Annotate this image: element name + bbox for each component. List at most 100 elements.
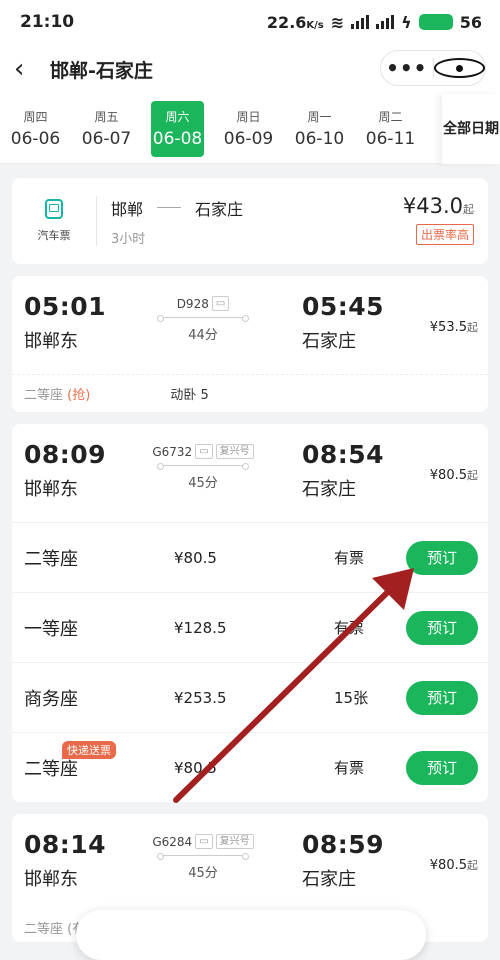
train-card-d928[interactable]: 05:01 邯郸东 D928 ▭ 44分 05:45 石家庄 ¥53.5起 二等座 (抢… [12, 276, 488, 412]
date: 06-10 [294, 129, 345, 149]
seat-class: 二等座 [24, 388, 64, 403]
status-time: 21:10 [20, 12, 75, 32]
date-tab-3[interactable]: 周日 06-09 [213, 101, 284, 157]
status-bar: 21:10 22.6K/s ≋ ϟ 56 [0, 0, 500, 44]
route-line [157, 853, 249, 860]
dep-station: 邯郸东 [24, 869, 78, 890]
train-card-g6732[interactable]: 08:09 邯郸东 G6732 ▭ 复兴号 45分 08:54 石家庄 ¥80.5起 二等… [12, 424, 488, 802]
signal-icon [351, 15, 370, 29]
bus-price: ¥43.0起 出票率高 [403, 194, 474, 245]
date-tab-1[interactable]: 周五 06-07 [71, 101, 142, 157]
seat-stock: 有票 [334, 619, 365, 637]
bus-price-value: ¥43.0 [402, 194, 463, 218]
battery-level: 56 [459, 12, 482, 32]
train-summary: 08:09 邯郸东 G6732 ▭ 复兴号 45分 08:54 石家庄 ¥80.5起 [12, 424, 488, 522]
arrow-right-icon [157, 207, 182, 208]
date: 06-09 [223, 129, 274, 149]
weekday: 周一 [307, 110, 332, 124]
train-tag: 复兴号 [215, 444, 254, 459]
train-number: D928 [176, 296, 209, 311]
book-button[interactable]: 预订 [406, 610, 478, 645]
seat-price: ¥253.5 [174, 688, 227, 707]
date: 06-11 [365, 129, 416, 149]
date-tab-2[interactable]: 周六 06-08 [151, 100, 204, 157]
all-dates-button[interactable]: 全部日期 [442, 94, 500, 164]
bus-from: 邯郸 [111, 199, 144, 219]
seat-name: 二等座 [24, 548, 78, 570]
train-price: ¥80.5 [429, 858, 467, 873]
dep-time: 05:01 [24, 292, 107, 321]
seat-row: 一等座 ¥128.5 有票 预订 [12, 592, 488, 662]
date: 06-08 [152, 129, 203, 149]
dep-station: 邯郸东 [24, 331, 78, 352]
seat-row: 商务座 ¥253.5 15张 预订 [12, 662, 488, 732]
train-duration: 44分 [188, 328, 218, 343]
delivery-badge: 快递送票 [62, 741, 116, 759]
weekday: 周二 [378, 110, 403, 124]
dep-time: 08:09 [24, 440, 107, 469]
date: 06-07 [81, 129, 132, 149]
seat-price: ¥80.5 [174, 758, 217, 777]
weekday: 周五 [94, 110, 119, 124]
chevron-left-icon[interactable]: ‹ [14, 56, 44, 82]
seat-row: 二等座 ¥80.5 有票 预订 [12, 522, 488, 592]
date-selector: 周四 06-06 周五 06-07 周六 06-08 周日 06-09 周一 06-10 周二 06-… [0, 94, 500, 164]
wifi-icon: ≋ [330, 12, 345, 32]
route-line [157, 463, 249, 470]
seat-stock: 15张 [334, 689, 369, 707]
arr-time: 05:45 [302, 292, 385, 321]
nav-bar: ‹ 邯郸-石家庄 ••• [0, 44, 500, 94]
bottom-floating-bar[interactable] [76, 910, 426, 960]
train-duration: 45分 [188, 476, 218, 491]
arr-station: 石家庄 [302, 331, 356, 352]
id-card-icon: ▭ [211, 296, 230, 311]
arr-station: 石家庄 [302, 479, 356, 500]
seat-stock: 有票 [334, 549, 365, 567]
bus-type: 汽车票 [12, 199, 96, 243]
arr-time: 08:54 [302, 440, 385, 469]
date-tab-5[interactable]: 周二 06-11 [355, 101, 426, 157]
train-tag: 复兴号 [215, 834, 254, 849]
more-dots-icon[interactable]: ••• [381, 56, 433, 80]
signal-icon-2 [376, 15, 395, 29]
page-title: 邯郸-石家庄 [50, 59, 153, 82]
date-tab-0[interactable]: 周四 06-06 [0, 101, 71, 157]
train-number: G6284 [152, 834, 193, 849]
target-icon[interactable] [433, 58, 485, 78]
charging-icon: ϟ [401, 12, 412, 32]
seat-list: 二等座 ¥80.5 有票 预订 一等座 ¥128.5 有票 预订 商务座 ¥253.5 15张 预订快… [12, 522, 488, 802]
seat-name: 一等座 [24, 618, 78, 640]
arr-time: 08:59 [302, 830, 385, 859]
arr-station: 石家庄 [302, 869, 356, 890]
route-line [157, 315, 249, 322]
train-price: ¥80.5 [429, 468, 467, 483]
price-suffix: 起 [467, 859, 478, 872]
train-price: ¥53.5 [429, 320, 467, 335]
id-card-icon: ▭ [195, 834, 213, 849]
price-suffix: 起 [467, 469, 478, 482]
date-tab-4[interactable]: 周一 06-10 [284, 101, 355, 157]
bus-badge: 出票率高 [415, 224, 474, 245]
battery-icon [418, 14, 453, 30]
train-duration: 45分 [188, 866, 218, 881]
id-card-icon: ▭ [195, 444, 213, 459]
rush-note: (抢) [67, 388, 91, 403]
book-button[interactable]: 预订 [406, 680, 478, 715]
weekday: 周六 [165, 110, 190, 124]
seat-price: ¥128.5 [174, 618, 227, 637]
dep-time: 08:14 [24, 830, 107, 859]
train-summary: 05:01 邯郸东 D928 ▭ 44分 05:45 石家庄 ¥53.5起 [12, 276, 488, 374]
weekday: 周四 [23, 110, 48, 124]
book-button[interactable]: 预订 [406, 750, 478, 785]
date: 06-06 [10, 129, 61, 149]
extra-seat: 动卧 5 [170, 388, 209, 403]
price-suffix: 起 [463, 203, 474, 216]
seat-stock: 有票 [334, 759, 365, 777]
book-button[interactable]: 预订 [406, 540, 478, 575]
seat-summary: 二等座 (抢) 动卧 5 [12, 374, 488, 412]
divider [96, 196, 97, 246]
bus-ticket-card[interactable]: 汽车票 邯郸 石家庄 3小时 ¥43.0起 出票率高 [12, 178, 488, 264]
train-summary: 08:14 邯郸东 G6284 ▭ 复兴号 45分 08:59 石家庄 ¥80.5起 [12, 814, 488, 912]
dep-station: 邯郸东 [24, 479, 78, 500]
mini-program-capsule: ••• [380, 50, 486, 86]
